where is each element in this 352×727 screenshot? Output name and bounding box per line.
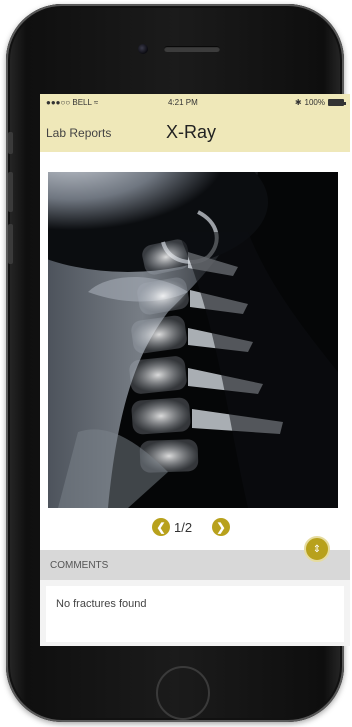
comments-header: COMMENTS <box>40 550 350 580</box>
chevron-up-down-icon: ⇕ <box>312 543 322 555</box>
previous-image-button[interactable]: ❮ <box>152 518 170 536</box>
app-screen: ●●●○○ BELL ≈ 4:21 PM ✱ 100% Lab Reports … <box>40 94 350 646</box>
expand-collapse-button[interactable]: ⇕ <box>304 536 330 562</box>
phone-frame: ●●●○○ BELL ≈ 4:21 PM ✱ 100% Lab Reports … <box>6 4 350 722</box>
earpiece-speaker <box>164 46 220 52</box>
status-bar: ●●●○○ BELL ≈ 4:21 PM ✱ 100% <box>40 94 350 112</box>
nav-bar: Lab Reports X-Ray <box>40 112 350 152</box>
battery-percent: 100% <box>304 98 325 107</box>
comment-text: No fractures found <box>56 598 147 610</box>
mute-switch <box>8 132 13 154</box>
front-camera <box>138 44 148 54</box>
xray-illustration <box>48 172 338 508</box>
next-image-button[interactable]: ❯ <box>212 518 230 536</box>
battery-status: ✱ 100% <box>294 98 346 107</box>
comment-field[interactable]: No fractures found <box>46 586 344 642</box>
chevron-left-icon: ❮ <box>156 521 166 534</box>
page-title: X-Ray <box>166 122 217 142</box>
image-pager: ❮ 1/2 ❯ <box>40 516 350 538</box>
chevron-right-icon: ❯ <box>216 521 226 534</box>
volume-up-button <box>8 172 13 212</box>
back-to-lab-reports-button[interactable]: Lab Reports <box>46 126 111 140</box>
comment-container: No fractures found <box>40 580 350 646</box>
comments-label: COMMENTS <box>50 560 109 571</box>
status-time: 4:21 PM <box>168 98 198 107</box>
volume-down-button <box>8 224 13 264</box>
home-button[interactable] <box>156 666 210 720</box>
xray-image[interactable] <box>48 172 338 508</box>
carrier-label: ●●●○○ BELL ≈ <box>46 98 99 107</box>
bluetooth-icon: ✱ <box>294 98 302 107</box>
battery-icon <box>328 99 346 106</box>
image-counter: 1/2 <box>174 520 193 535</box>
